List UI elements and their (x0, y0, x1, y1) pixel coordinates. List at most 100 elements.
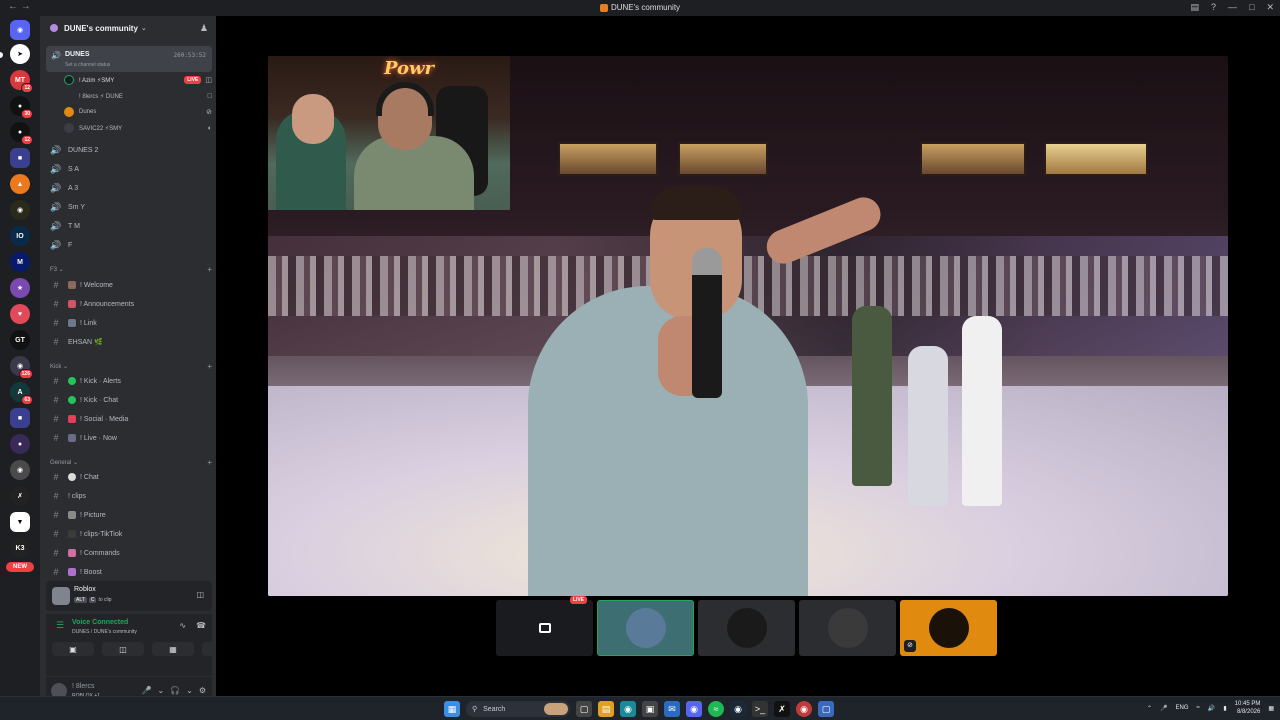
wifi-icon[interactable]: ≈ (1197, 705, 1200, 711)
invite-people-icon[interactable]: ♟ (200, 23, 208, 34)
spotify-icon[interactable]: ≈ (708, 701, 724, 717)
settings-gear-icon[interactable]: ⚙ (199, 686, 206, 695)
camera-off-button[interactable]: ▣ (52, 642, 94, 656)
category-kick[interactable]: Kick ⌄ + (50, 362, 212, 371)
text-channel[interactable]: #! Chat (46, 468, 212, 486)
mail-icon[interactable]: ✉ (664, 701, 680, 717)
text-channel[interactable]: #! Commands (46, 544, 212, 562)
participant-tile[interactable] (698, 600, 795, 656)
server-icon[interactable]: ◉ (10, 200, 30, 220)
server-icon[interactable]: ● 30 (10, 96, 33, 119)
server-icon[interactable]: MT 12 (10, 70, 33, 93)
pip-stream-video[interactable]: Powr (268, 56, 510, 210)
text-channel[interactable]: # EHSAN 🌿 (46, 333, 212, 351)
disconnect-icon[interactable]: ☎ (196, 621, 206, 630)
participant-tile[interactable] (799, 600, 896, 656)
text-channel[interactable]: #! clips (46, 487, 212, 505)
text-channel[interactable]: #! Live · Now (46, 429, 212, 447)
voice-channel[interactable]: 🔊 A 3 (46, 179, 212, 197)
activities-button[interactable]: ▦ (152, 642, 194, 656)
server-icon[interactable]: ▲ (10, 174, 30, 194)
server-icon[interactable]: ◉ 126 (10, 356, 33, 379)
noise-suppression-icon[interactable]: ∿ (179, 621, 186, 630)
voice-user[interactable]: ! 8lercs ⚡ DUNE □ (64, 89, 212, 103)
server-icon[interactable]: ● (10, 434, 30, 454)
guild-header[interactable]: DUNE's community ⌄ ♟ (40, 16, 216, 40)
text-channel[interactable]: #! Social · Media (46, 410, 212, 428)
voice-channel[interactable]: 🔊 DUNES 2 (46, 141, 212, 159)
category-general[interactable]: General ⌄ + (50, 458, 212, 467)
store-icon[interactable]: ▣ (642, 701, 658, 717)
participant-tile-selected[interactable] (597, 600, 694, 656)
server-icon[interactable]: ♥ (10, 304, 30, 324)
folder-icon[interactable]: ■ (10, 408, 30, 428)
text-channel[interactable]: #! Kick · Alerts (46, 372, 212, 390)
maximize-button[interactable]: □ (1249, 2, 1254, 13)
add-channel-icon[interactable]: + (207, 458, 212, 467)
folder-icon[interactable]: ■ (10, 148, 30, 168)
headphones-icon[interactable]: 🎧 (170, 686, 180, 695)
participant-tile[interactable]: ⊘ (900, 600, 997, 656)
text-channel[interactable]: #! Kick · Chat (46, 391, 212, 409)
voice-channel[interactable]: 🔊 F (46, 236, 212, 254)
chevron-down-icon[interactable]: ⌄ (157, 686, 164, 695)
server-icon[interactable]: ➤ (10, 44, 30, 64)
roblox-icon[interactable]: ◉ (796, 701, 812, 717)
voice-status[interactable]: Voice Connected (72, 619, 128, 626)
add-channel-icon[interactable]: + (207, 362, 212, 371)
chevron-up-icon[interactable]: ⌃ (1147, 705, 1152, 712)
terminal-icon[interactable]: >_ (752, 701, 768, 717)
inbox-icon[interactable]: ▤ (1190, 2, 1199, 13)
text-channel[interactable]: #! Announcements (46, 295, 212, 313)
volume-icon[interactable]: 🔊 (1208, 705, 1215, 712)
help-icon[interactable]: ? (1211, 2, 1216, 13)
language-indicator[interactable]: ENG (1176, 705, 1189, 711)
app-icon[interactable]: ▢ (818, 701, 834, 717)
search-box[interactable]: ⚲ Search (466, 701, 570, 717)
voice-user[interactable]: Dunes ⊘ (64, 105, 212, 119)
server-icon[interactable]: ● 12 (10, 122, 33, 145)
windows-start-icon[interactable]: ▦ (444, 701, 460, 717)
signal-icon[interactable]: ☰ (56, 620, 64, 631)
microphone-icon[interactable]: 🎤 (141, 686, 151, 695)
server-icon[interactable]: K3 (10, 538, 30, 558)
overlay-icon[interactable]: ◫ (196, 590, 204, 599)
server-icon[interactable]: ✗ (10, 486, 30, 506)
server-icon[interactable]: M (10, 252, 30, 272)
server-icon[interactable]: ◉ (10, 460, 30, 480)
microphone-icon[interactable]: 🎤 (1160, 705, 1167, 712)
notifications-icon[interactable]: ▦ (1268, 705, 1274, 712)
home-discord-icon[interactable]: ◉ (10, 20, 30, 40)
minimize-button[interactable]: — (1228, 2, 1237, 13)
server-icon[interactable]: GT (10, 330, 30, 350)
text-channel[interactable]: #! Link (46, 314, 212, 332)
screen-share-button[interactable]: ◫ (102, 642, 144, 656)
steam-icon[interactable]: ◉ (730, 701, 746, 717)
category-f3[interactable]: F3 ⌄ + (50, 265, 212, 274)
edge-icon[interactable]: ◉ (620, 701, 636, 717)
app-icon[interactable]: ✗ (774, 701, 790, 717)
close-button[interactable]: ✕ (1266, 2, 1274, 13)
add-channel-icon[interactable]: + (207, 265, 212, 274)
voice-channel[interactable]: 🔊 Sm Y (46, 198, 212, 216)
text-channel[interactable]: #! Picture (46, 506, 212, 524)
voice-user[interactable]: SAVIC22 ⚡SMY ◐ (64, 121, 212, 135)
voice-channel[interactable]: 🔊 T M (46, 217, 212, 235)
channel-status[interactable]: Set a channel status (65, 62, 110, 68)
clock[interactable]: 10:45 PM 8/8/2026 (1235, 700, 1261, 716)
participant-tile-stream[interactable]: LIVE (496, 596, 593, 656)
server-icon[interactable]: ▼ (10, 512, 30, 532)
text-channel[interactable]: #! Boost (46, 563, 212, 581)
chevron-down-icon[interactable]: ⌄ (186, 686, 193, 695)
text-channel[interactable]: #! Welcome (46, 276, 212, 294)
server-icon[interactable]: IO (10, 226, 30, 246)
discord-icon[interactable]: ◉ (686, 701, 702, 717)
file-explorer-icon[interactable]: ▤ (598, 701, 614, 717)
voice-channel[interactable]: 🔊 S A (46, 160, 212, 178)
voice-channel-dunes[interactable]: 🔊 DUNES Set a channel status 260:53:52 (46, 46, 212, 72)
server-icon[interactable]: A 63 (10, 382, 33, 405)
text-channel[interactable]: #! clips-TikTiok (46, 525, 212, 543)
user-name[interactable]: ! 8lercs (72, 683, 95, 690)
task-view-icon[interactable]: ▢ (576, 701, 592, 717)
server-icon[interactable]: ★ (10, 278, 30, 298)
